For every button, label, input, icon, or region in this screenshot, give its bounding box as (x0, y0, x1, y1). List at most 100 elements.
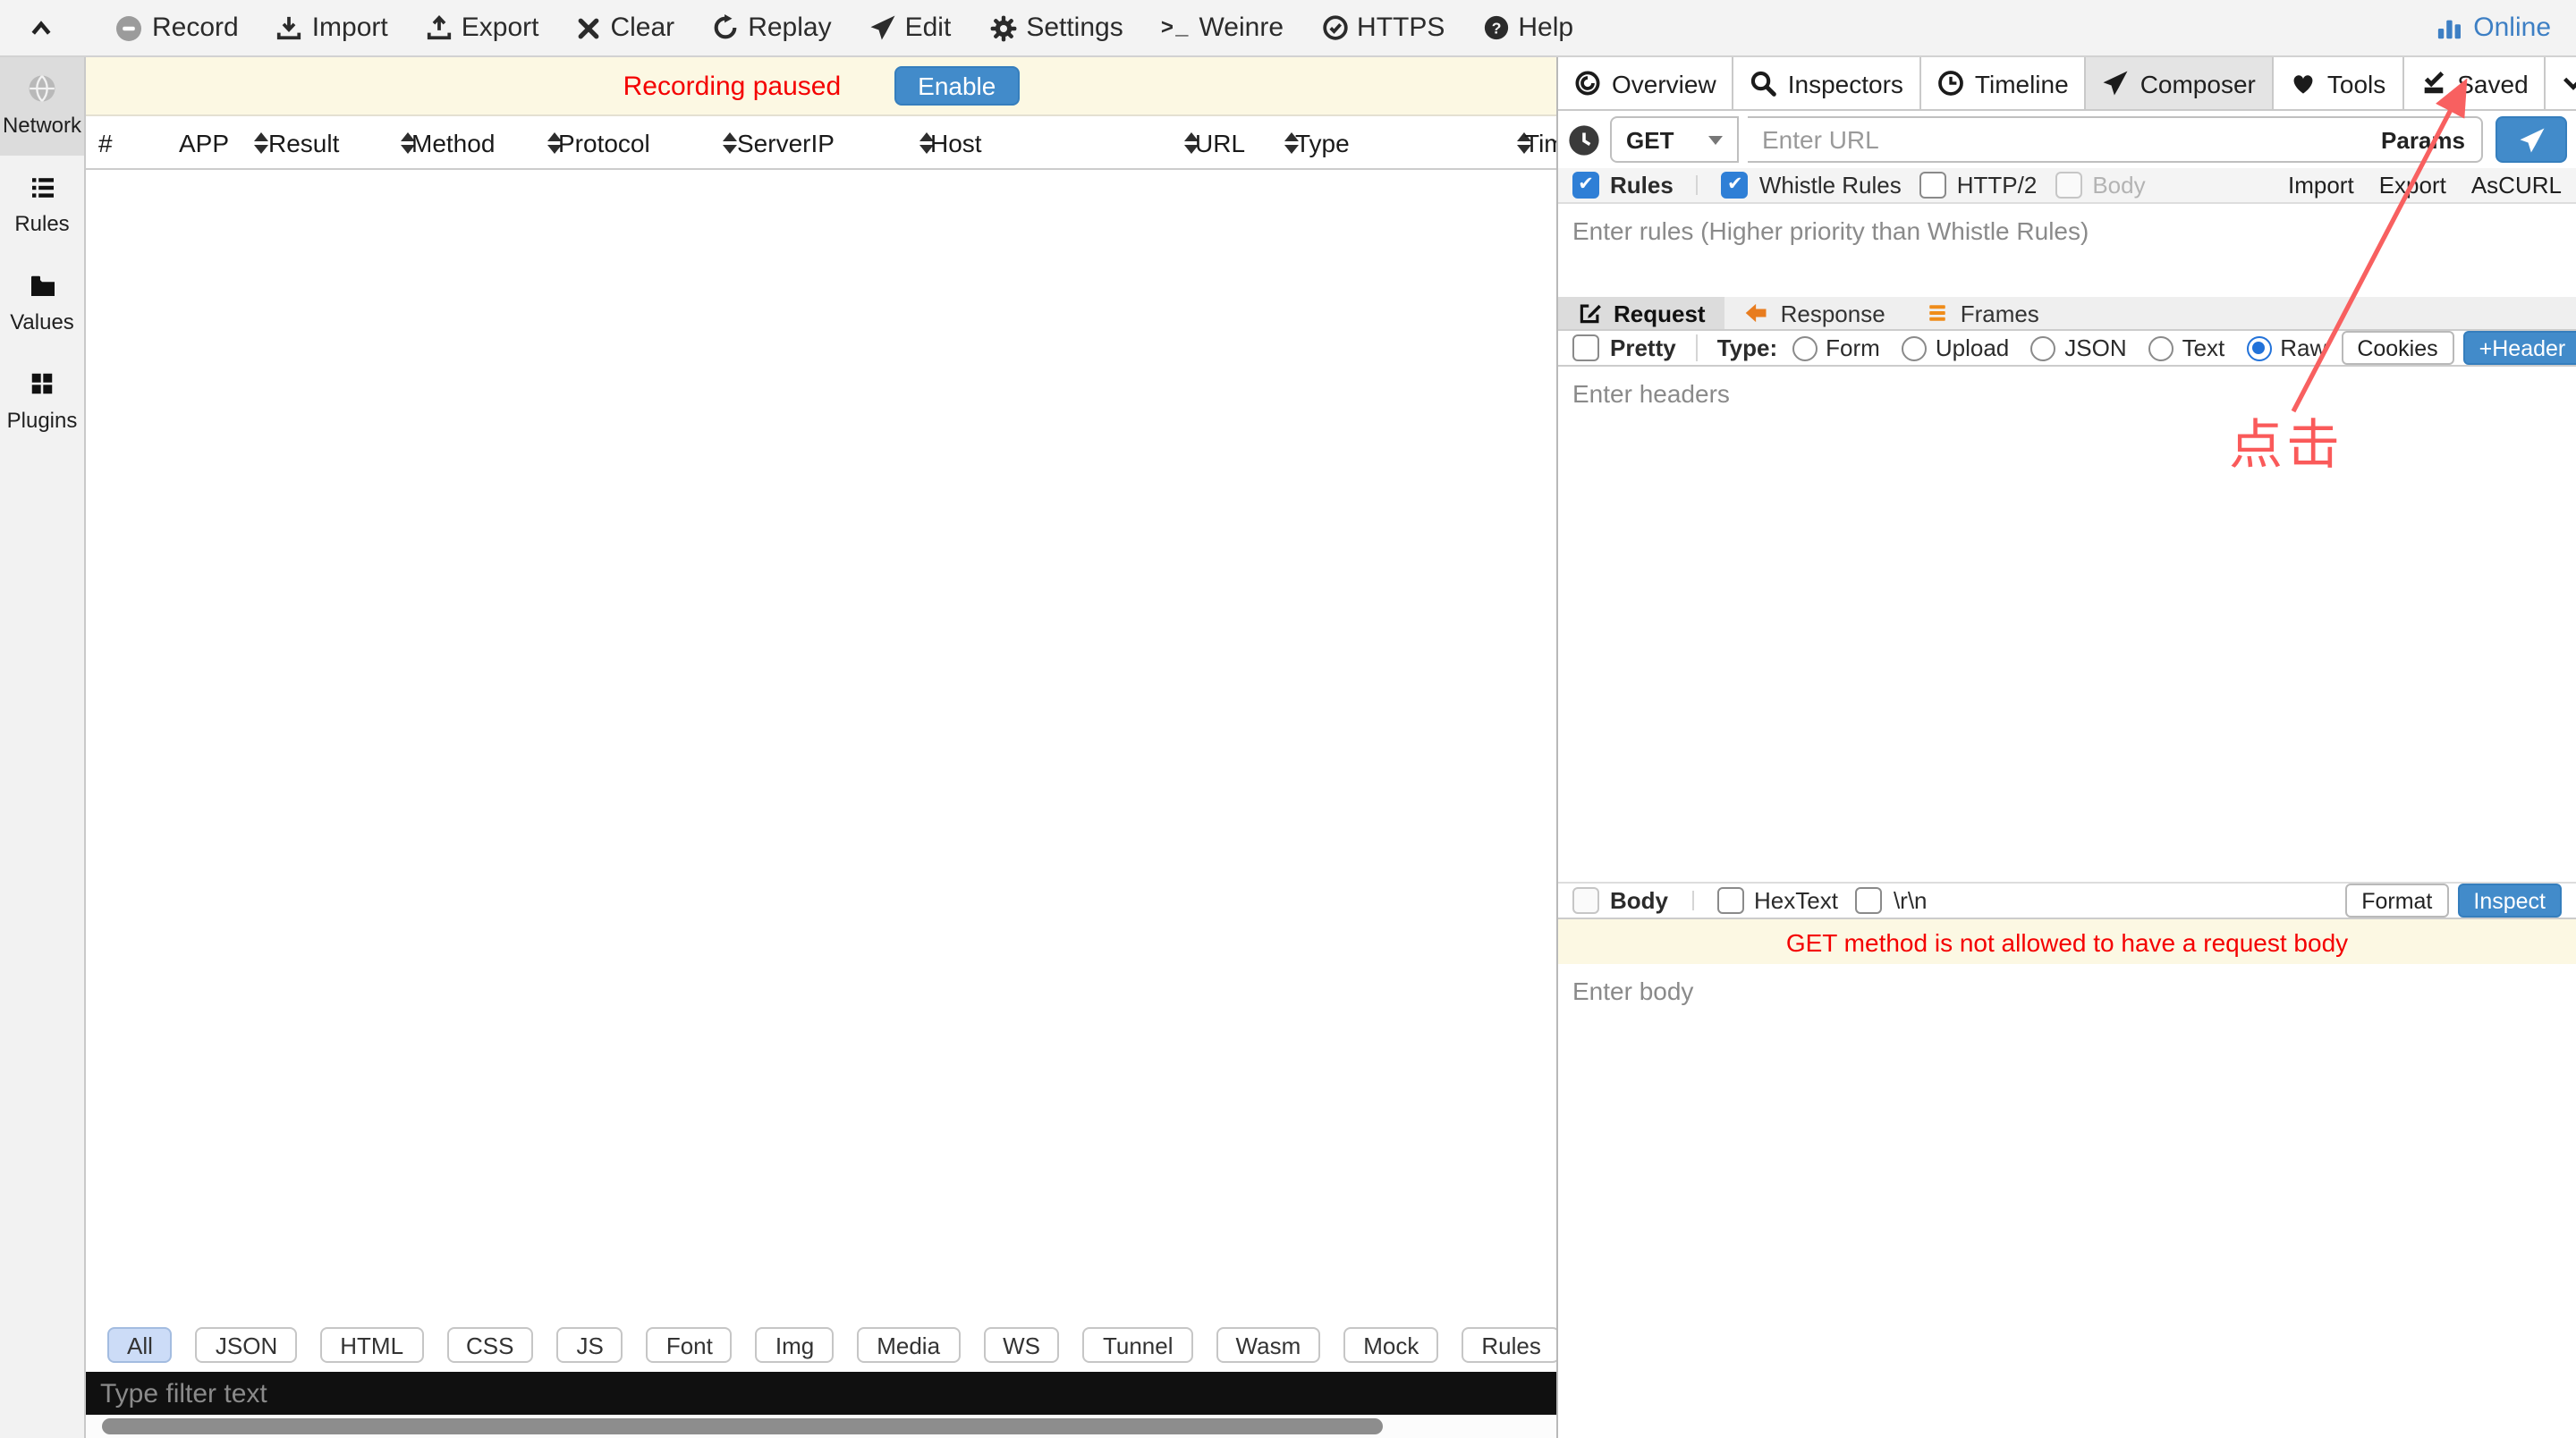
url-input[interactable] (1748, 118, 2365, 161)
http-2-checkbox[interactable] (1919, 172, 1946, 199)
link-export[interactable]: Export (2379, 172, 2446, 199)
scrollbar-thumb[interactable] (102, 1418, 1383, 1434)
column-header-time[interactable]: Time (1524, 116, 1556, 170)
body-checkbox[interactable] (1572, 887, 1599, 914)
format-button[interactable]: Format (2345, 884, 2448, 918)
toolbar-item-label: Help (1518, 13, 1573, 43)
filter-button-font[interactable]: Font (647, 1327, 733, 1363)
raw-radio[interactable] (2246, 335, 2271, 360)
form-radio[interactable] (1792, 335, 1817, 360)
column-header-url[interactable]: URL (1195, 116, 1299, 170)
sidebar-item-plugins[interactable]: Plugins (0, 352, 84, 451)
toolbar-item-import[interactable]: Import (276, 13, 388, 43)
tab-tools[interactable]: Tools (2274, 57, 2403, 109)
add-header-button[interactable]: +Header (2463, 331, 2576, 365)
filter-input[interactable] (86, 1372, 1556, 1415)
params-button[interactable]: Params (2365, 118, 2481, 161)
filter-button-mock[interactable]: Mock (1343, 1327, 1438, 1363)
r-n-checkbox[interactable] (1856, 887, 1883, 914)
pretty-checkbox[interactable] (1572, 334, 1599, 361)
inspect-button[interactable]: Inspect (2457, 884, 2562, 918)
rules-input[interactable] (1558, 204, 2576, 297)
column-header-result[interactable]: Result (268, 116, 415, 170)
sort-arrows-icon[interactable] (254, 132, 268, 154)
sidebar-item-rules[interactable]: Rules (0, 156, 84, 254)
clear-icon (576, 15, 601, 40)
body-toggle-body[interactable]: Body (1572, 887, 1668, 914)
type-radio-form[interactable]: Form (1792, 334, 1880, 361)
filter-button-media[interactable]: Media (857, 1327, 960, 1363)
filter-button-css[interactable]: CSS (446, 1327, 533, 1363)
enable-button[interactable]: Enable (894, 66, 1019, 106)
tab-more[interactable] (2546, 57, 2576, 109)
filter-button-ws[interactable]: WS (983, 1327, 1060, 1363)
history-icon[interactable] (1567, 123, 1601, 156)
tab-overview[interactable]: Overview (1558, 57, 1734, 109)
sort-arrows-icon[interactable] (723, 132, 737, 154)
toolbar-item-settings[interactable]: Settings (988, 13, 1123, 43)
toolbar-item-https[interactable]: HTTPS (1321, 13, 1445, 43)
toolbar-item-weinre[interactable]: >_Weinre (1161, 13, 1284, 43)
link-import[interactable]: Import (2288, 172, 2354, 199)
upload-radio[interactable] (1902, 335, 1927, 360)
column-header-host[interactable]: Host (930, 116, 1199, 170)
toolbar-item-record[interactable]: Record (114, 13, 239, 43)
option-body[interactable]: Body (2055, 172, 2145, 199)
link-ascurl[interactable]: AsCURL (2471, 172, 2562, 199)
toolbar-item-export[interactable]: Export (426, 13, 539, 43)
sidebar-item-network[interactable]: Network (0, 57, 84, 156)
body-toggle-hextext[interactable]: HexText (1716, 887, 1838, 914)
option-rules[interactable]: Rules (1572, 172, 1674, 199)
option-whistle-rules[interactable]: Whistle Rules (1722, 172, 1902, 199)
type-radio-upload[interactable]: Upload (1902, 334, 2009, 361)
filter-button-wasm[interactable]: Wasm (1216, 1327, 1321, 1363)
column-header-method[interactable]: Method (411, 116, 562, 170)
type-radio-json[interactable]: JSON (2030, 334, 2126, 361)
send-button[interactable] (2496, 116, 2567, 163)
column-header-serverip[interactable]: ServerIP (737, 116, 934, 170)
text-radio[interactable] (2148, 335, 2174, 360)
tab-response[interactable]: Response (1725, 297, 1905, 329)
body-toggle-r-n[interactable]: \r\n (1856, 887, 1928, 914)
toolbar-item-help[interactable]: ?Help (1482, 13, 1573, 43)
column-header-[interactable]: # (98, 116, 134, 170)
whistle-rules-checkbox[interactable] (1722, 172, 1749, 199)
headers-input[interactable] (1558, 367, 2576, 882)
toolbar-item-clear[interactable]: Clear (576, 13, 674, 43)
column-header-protocol[interactable]: Protocol (558, 116, 737, 170)
filter-button-rules[interactable]: Rules (1462, 1327, 1556, 1363)
tab-frames[interactable]: Frames (1905, 297, 2059, 329)
hextext-checkbox[interactable] (1716, 887, 1743, 914)
tab-composer[interactable]: Composer (2087, 57, 2274, 109)
toolbar-item-edit[interactable]: Edit (869, 13, 952, 43)
toolbar-item-replay[interactable]: Replay (712, 13, 831, 43)
tab-label: Timeline (1975, 69, 2069, 97)
online-status[interactable]: Online (2436, 13, 2551, 43)
body-input[interactable] (1558, 964, 2576, 1438)
body-checkbox[interactable] (2055, 172, 2081, 199)
tab-saved[interactable]: Saved (2403, 57, 2546, 109)
json-radio[interactable] (2030, 335, 2055, 360)
tab-inspectors[interactable]: Inspectors (1734, 57, 1921, 109)
filter-button-json[interactable]: JSON (196, 1327, 297, 1363)
method-select[interactable]: GET (1610, 116, 1739, 163)
type-radio-text[interactable]: Text (2148, 334, 2225, 361)
chevron-up-icon[interactable] (29, 15, 54, 40)
sidebar-item-values[interactable]: Values (0, 254, 84, 352)
filter-button-html[interactable]: HTML (320, 1327, 423, 1363)
type-radio-raw[interactable]: Raw (2246, 334, 2326, 361)
settings-icon (988, 13, 1017, 42)
cookies-button[interactable]: Cookies (2341, 331, 2453, 365)
column-header-app[interactable]: APP (179, 116, 268, 170)
pretty-toggle[interactable]: Pretty (1572, 334, 1676, 361)
rules-checkbox[interactable] (1572, 172, 1599, 199)
tab-timeline[interactable]: Timeline (1921, 57, 2087, 109)
composer-options: Rules Whistle Rules HTTP/2 Body (1572, 172, 2146, 199)
filter-button-all[interactable]: All (107, 1327, 173, 1363)
filter-button-js[interactable]: JS (557, 1327, 623, 1363)
tab-request[interactable]: Request (1558, 297, 1725, 329)
filter-button-tunnel[interactable]: Tunnel (1083, 1327, 1193, 1363)
filter-button-img[interactable]: Img (756, 1327, 834, 1363)
option-http-2[interactable]: HTTP/2 (1919, 172, 2038, 199)
column-header-type[interactable]: Type (1295, 116, 1531, 170)
